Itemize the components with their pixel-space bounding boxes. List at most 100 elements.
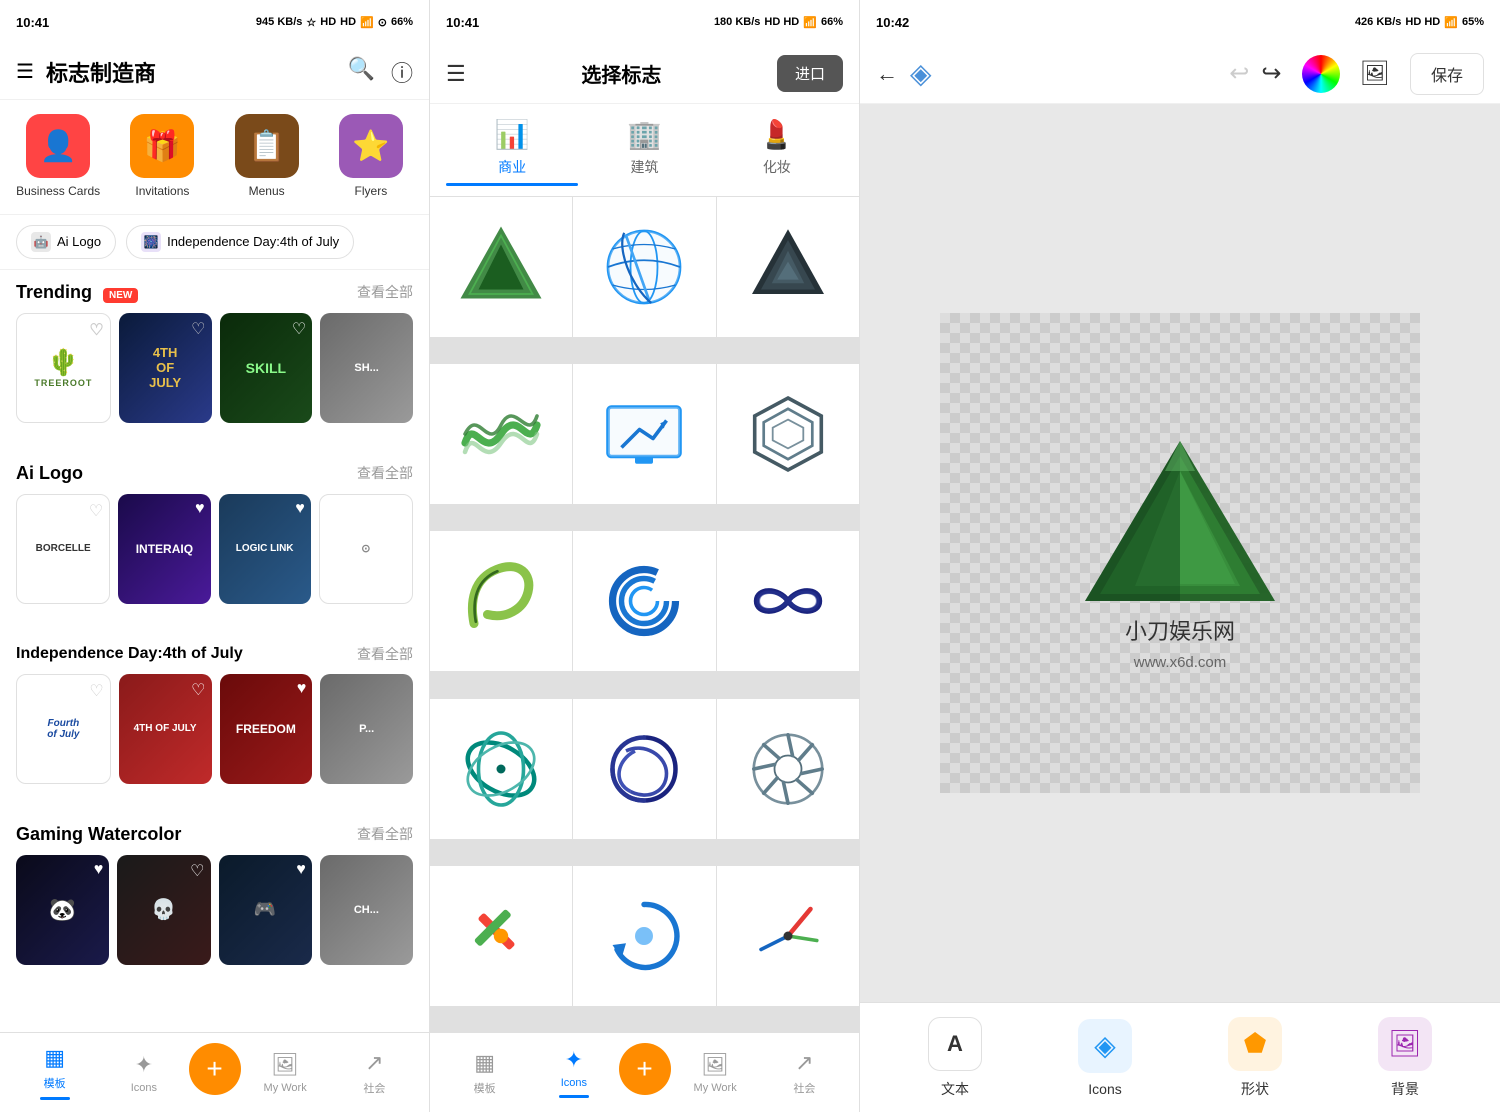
heart-gamer1[interactable]: ♥	[94, 861, 104, 879]
logo-cell-14[interactable]	[573, 866, 715, 1006]
p1-tab-templates[interactable]: ▦ 模板	[10, 1045, 99, 1100]
card-gamer1[interactable]: ♥ 🐼	[16, 855, 109, 965]
heart-fourth[interactable]: ♡	[89, 681, 103, 701]
card-freedom[interactable]: ♥ FREEDOM	[220, 674, 313, 784]
category-label-business: Business Cards	[16, 184, 100, 200]
card-partial2[interactable]: P...	[320, 674, 413, 784]
p1-app-header: ☰ 标志制造商 🔍 ⓘ	[0, 44, 429, 100]
card-logic-link[interactable]: ♥ LOGIC LINK	[219, 494, 311, 604]
logo-hexagon	[743, 389, 833, 479]
p2-mywork-icon: 🖼	[701, 1052, 729, 1078]
category-invitations[interactable]: 🎁 Invitations	[120, 114, 204, 200]
card-fourth[interactable]: ♡ Fourthof July	[16, 674, 111, 784]
independence-view-all[interactable]: 查看全部	[357, 644, 413, 664]
heart-gamer3[interactable]: ♥	[296, 861, 306, 879]
menu-icon[interactable]: ☰	[16, 59, 34, 84]
heart-interaiq[interactable]: ♥	[195, 500, 205, 518]
card-skill[interactable]: ♡ SKILL	[220, 313, 313, 423]
heart-4th-red[interactable]: ♡	[191, 680, 205, 700]
icons-tab-icon: ✦	[135, 1052, 153, 1078]
heart-skill[interactable]: ♡	[292, 319, 306, 339]
card-gamer2[interactable]: ♡ 💀	[117, 855, 210, 965]
logo-cell-1[interactable]	[430, 197, 572, 337]
tag-ai-logo[interactable]: 🤖 Ai Logo	[16, 225, 116, 259]
logo-cell-10[interactable]	[430, 699, 572, 839]
logo-cell-11[interactable]	[573, 699, 715, 839]
category-flyers[interactable]: ⭐ Flyers	[329, 114, 413, 200]
heart-borcelle[interactable]: ♡	[89, 501, 103, 521]
heart-4th-july[interactable]: ♡	[191, 319, 205, 339]
tool-shapes[interactable]: ⬟ 形状	[1180, 1017, 1330, 1099]
p1-tab-mywork[interactable]: 🖼 My Work	[241, 1052, 330, 1094]
category-menus[interactable]: 📋 Menus	[225, 114, 309, 200]
heart-logic-link[interactable]: ♥	[295, 500, 305, 518]
tool-icons[interactable]: ◈ Icons	[1030, 1019, 1180, 1097]
p2-tab-icons[interactable]: ✦ Icons	[529, 1047, 618, 1098]
category-icon-flyers: ⭐	[339, 114, 403, 178]
p3-share-icon[interactable]: 🖼	[1360, 59, 1390, 88]
p3-color-wheel[interactable]	[1302, 55, 1340, 93]
card-partial1[interactable]: SH...	[320, 313, 413, 423]
logo-cell-3[interactable]	[717, 197, 859, 337]
tag-independence[interactable]: 🎆 Independence Day:4th of July	[126, 225, 354, 259]
category-business-cards[interactable]: 👤 Business Cards	[16, 114, 100, 200]
logo-cell-13[interactable]	[430, 866, 572, 1006]
p3-back-button[interactable]: ←	[876, 61, 898, 87]
card-treeroot[interactable]: ♡ 🌵 TREEROOT	[16, 313, 111, 423]
p2-tab-architecture[interactable]: 🏢 建筑	[578, 104, 710, 196]
search-icon[interactable]: 🔍	[348, 56, 375, 88]
card-circle[interactable]: ⊙	[319, 494, 413, 604]
p2-add-button[interactable]: +	[619, 1043, 671, 1095]
card-borcelle[interactable]: ♡ BORCELLE	[16, 494, 110, 604]
ai-logo-cards: ♡ BORCELLE ♥ INTERAIQ ♥ LOGIC LINK ⊙	[16, 494, 413, 604]
p2-tab-templates[interactable]: ▦ 模板	[440, 1050, 529, 1096]
ai-view-all[interactable]: 查看全部	[357, 463, 413, 483]
heart-freedom[interactable]: ♥	[297, 680, 307, 698]
panel3: 10:42 426 KB/s HD HD 📶 65% ← ◈ ↩ ↪ 🖼 保存	[860, 0, 1500, 1112]
card-gamer3[interactable]: ♥ 🎮	[219, 855, 312, 965]
gaming-view-all[interactable]: 查看全部	[357, 824, 413, 844]
logo-circle-blue	[599, 556, 689, 646]
logo-cell-5[interactable]	[573, 364, 715, 504]
p2-menu-icon[interactable]: ☰	[446, 61, 466, 87]
p3-canvas-area[interactable]: 小刀娱乐网 www.x6d.com	[860, 104, 1500, 1002]
icons-tab-label: Icons	[131, 1082, 157, 1094]
p3-layers-icon[interactable]: ◈	[910, 57, 932, 90]
logo-cell-4[interactable]	[430, 364, 572, 504]
p1-bottom-tabs: ▦ 模板 ✦ Icons + 🖼 My Work ↗ 社会	[0, 1032, 429, 1112]
logo-cell-6[interactable]	[717, 364, 859, 504]
info-icon[interactable]: ⓘ	[391, 56, 413, 88]
logo-cell-12[interactable]	[717, 699, 859, 839]
p2-import-button[interactable]: 进口	[777, 55, 843, 92]
card-interaiq[interactable]: ♥ INTERAIQ	[118, 494, 210, 604]
logo-cell-9[interactable]	[717, 531, 859, 671]
logo-cell-8[interactable]	[573, 531, 715, 671]
p1-add-button[interactable]: +	[189, 1043, 241, 1095]
p1-scroll-content: Trending NEW 查看全部 ♡ 🌵 TREEROOT ♡ 4THOFJU…	[0, 270, 429, 1032]
tool-text-label: 文本	[941, 1079, 969, 1099]
logo-cell-15[interactable]	[717, 866, 859, 1006]
p2-tab-social[interactable]: ↗ 社会	[760, 1050, 849, 1096]
logo-cell-7[interactable]	[430, 531, 572, 671]
tool-background[interactable]: 🖼 背景	[1330, 1017, 1480, 1099]
card-partial3[interactable]: CH...	[320, 855, 413, 965]
p2-tab-mywork[interactable]: 🖼 My Work	[671, 1052, 760, 1094]
logo-tools-orange	[456, 891, 546, 981]
business-tab-icon: 📊	[495, 118, 530, 151]
heart-gamer2[interactable]: ♡	[190, 861, 204, 881]
card-4th-july[interactable]: ♡ 4THOFJULY	[119, 313, 212, 423]
trending-view-all[interactable]: 查看全部	[357, 282, 413, 302]
logo-cell-2[interactable]	[573, 197, 715, 337]
tool-text[interactable]: A 文本	[880, 1017, 1030, 1099]
p3-undo-icon[interactable]: ↩	[1229, 59, 1249, 88]
p3-redo-icon[interactable]: ↪	[1261, 59, 1281, 88]
p2-tab-cosmetics[interactable]: 💄 化妆	[711, 104, 843, 196]
heart-treeroot[interactable]: ♡	[89, 320, 103, 340]
p1-tab-social[interactable]: ↗ 社会	[330, 1050, 419, 1096]
section-independence-header: Independence Day:4th of July 查看全部	[16, 644, 413, 664]
tool-icons-icon: ◈	[1078, 1019, 1132, 1073]
p3-save-button[interactable]: 保存	[1410, 53, 1484, 95]
card-4th-red[interactable]: ♡ 4TH OF JULY	[119, 674, 212, 784]
p2-tab-business[interactable]: 📊 商业	[446, 104, 578, 196]
p1-tab-icons[interactable]: ✦ Icons	[99, 1052, 188, 1094]
